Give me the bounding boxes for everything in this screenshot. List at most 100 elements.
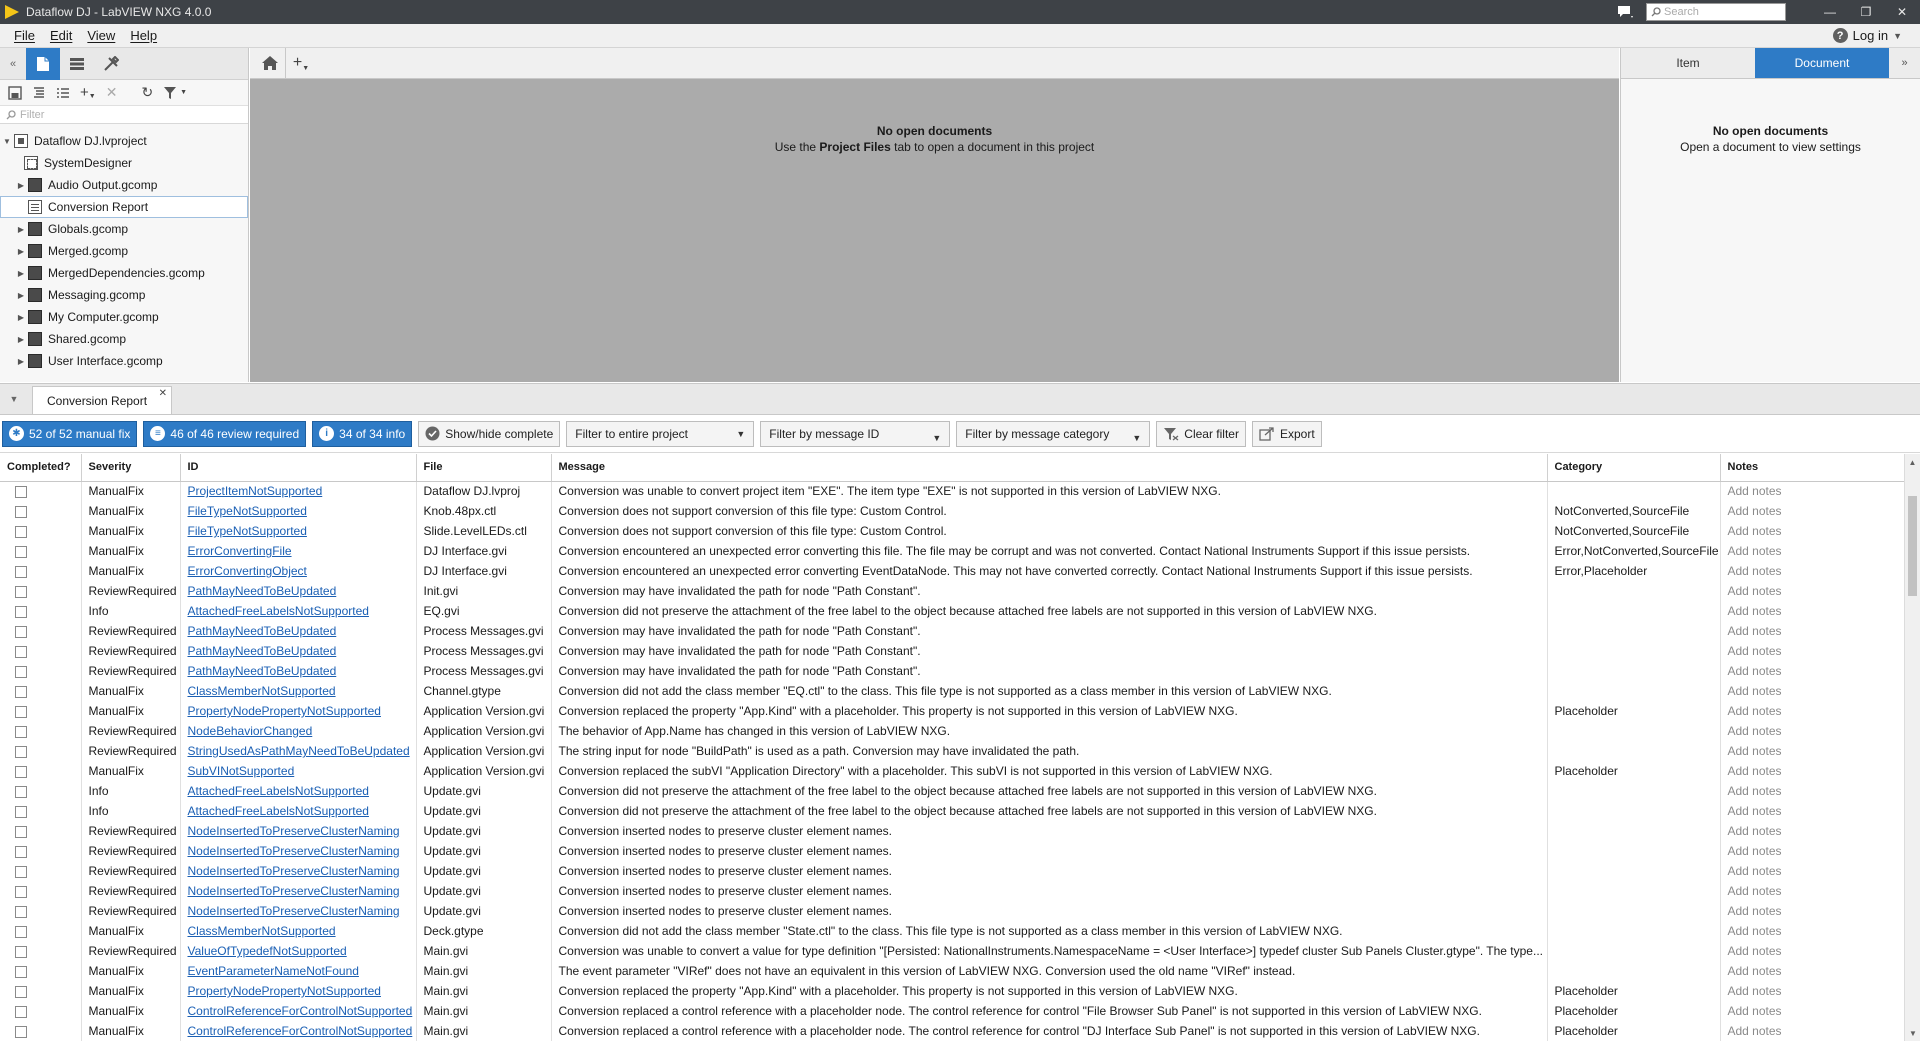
manual-fix-filter-button[interactable]: ✱ 52 of 52 manual fix [2, 420, 138, 447]
message-id-link[interactable]: ErrorConvertingFile [188, 544, 292, 558]
message-id-link[interactable]: FileTypeNotSupported [188, 524, 307, 538]
completed-checkbox[interactable] [15, 745, 28, 758]
menu-view[interactable]: View [87, 28, 115, 43]
completed-checkbox[interactable] [15, 505, 28, 518]
notes-cell[interactable]: Add notes [1720, 861, 1905, 881]
export-button[interactable]: Export [1251, 420, 1322, 447]
message-id-link[interactable]: EventParameterNameNotFound [188, 964, 359, 978]
table-row[interactable]: ManualFix ControlReferenceForControlNotSu… [0, 1001, 1905, 1021]
clear-filter-button[interactable]: Clear filter [1156, 420, 1246, 447]
table-row[interactable]: Info AttachedFreeLabelsNotSupported Update… [0, 801, 1905, 821]
collapse-all-icon[interactable] [56, 84, 70, 102]
menu-file[interactable]: File [14, 28, 35, 43]
tab-project-files[interactable] [26, 47, 60, 80]
notes-cell[interactable]: Add notes [1720, 841, 1905, 861]
scroll-up-icon[interactable]: ▲ [1905, 454, 1920, 470]
table-row[interactable]: Info AttachedFreeLabelsNotSupported EQ.gvi… [0, 601, 1905, 621]
notes-cell[interactable]: Add notes [1720, 581, 1905, 601]
completed-checkbox[interactable] [15, 945, 28, 958]
feedback-icon[interactable] [1610, 0, 1640, 24]
table-row[interactable]: ReviewRequired NodeInsertedToPreserveClus… [0, 861, 1905, 881]
notes-cell[interactable]: Add notes [1720, 501, 1905, 521]
notes-cell[interactable]: Add notes [1720, 701, 1905, 721]
collapsed-arrow-icon[interactable]: ▶ [14, 269, 28, 278]
completed-checkbox[interactable] [15, 885, 28, 898]
notes-cell[interactable]: Add notes [1720, 481, 1905, 501]
tree-item-conversion-report[interactable]: Conversion Report [0, 196, 248, 218]
message-id-link[interactable]: SubVINotSupported [188, 764, 295, 778]
notes-cell[interactable]: Add notes [1720, 961, 1905, 981]
notes-cell[interactable]: Add notes [1720, 821, 1905, 841]
notes-cell[interactable]: Add notes [1720, 641, 1905, 661]
completed-checkbox[interactable] [15, 585, 28, 598]
scroll-down-icon[interactable]: ▼ [1905, 1025, 1920, 1041]
completed-checkbox[interactable] [15, 825, 28, 838]
message-id-link[interactable]: PathMayNeedToBeUpdated [188, 644, 337, 658]
notes-cell[interactable]: Add notes [1720, 741, 1905, 761]
message-id-link[interactable]: PropertyNodePropertyNotSupported [188, 984, 381, 998]
collapsed-arrow-icon[interactable]: ▶ [14, 225, 28, 234]
message-id-link[interactable]: StringUsedAsPathMayNeedToBeUpdated [188, 744, 410, 758]
message-id-link[interactable]: PathMayNeedToBeUpdated [188, 664, 337, 678]
message-id-link[interactable]: NodeInsertedToPreserveClusterNaming [188, 884, 400, 898]
message-id-link[interactable]: ErrorConvertingObject [188, 564, 307, 578]
login-button[interactable]: ? Log in ▼ [1832, 28, 1902, 43]
menu-edit[interactable]: Edit [50, 28, 72, 43]
column-header-file[interactable]: File [416, 454, 552, 482]
tab-item[interactable]: Item [1621, 48, 1755, 78]
completed-checkbox[interactable] [15, 785, 28, 798]
completed-checkbox[interactable] [15, 925, 28, 938]
expanded-arrow-icon[interactable]: ▼ [0, 137, 14, 146]
table-row[interactable]: Info AttachedFreeLabelsNotSupported Update… [0, 781, 1905, 801]
collapsed-arrow-icon[interactable]: ▶ [14, 291, 28, 300]
info-filter-button[interactable]: i 34 of 34 info [312, 420, 413, 447]
show-hide-complete-button[interactable]: Show/hide complete [418, 420, 561, 447]
column-header-severity[interactable]: Severity [81, 454, 181, 482]
table-row[interactable]: ReviewRequired PathMayNeedToBeUpdated Init… [0, 581, 1905, 601]
table-row[interactable]: ManualFix ProjectItemNotSupported Dataflow… [0, 481, 1905, 501]
completed-checkbox[interactable] [15, 665, 28, 678]
collapsed-arrow-icon[interactable]: ▶ [14, 313, 28, 322]
completed-checkbox[interactable] [15, 1025, 28, 1038]
notes-cell[interactable]: Add notes [1720, 601, 1905, 621]
column-header-completed[interactable]: Completed? [0, 454, 82, 482]
message-id-link[interactable]: PathMayNeedToBeUpdated [188, 624, 337, 638]
completed-checkbox[interactable] [15, 705, 28, 718]
tree-filter-input[interactable] [20, 108, 240, 121]
collapse-right-panel-icon[interactable]: » [1889, 48, 1920, 78]
filter-icon[interactable]: ▼ [163, 84, 187, 102]
notes-cell[interactable]: Add notes [1720, 761, 1905, 781]
tab-conversion-report[interactable]: Conversion Report ✕ [32, 386, 173, 414]
completed-checkbox[interactable] [15, 486, 28, 499]
table-row[interactable]: ManualFix FileTypeNotSupported Knob.48px.c… [0, 501, 1905, 521]
notes-cell[interactable]: Add notes [1720, 881, 1905, 901]
table-row[interactable]: ReviewRequired NodeBehaviorChanged Applica… [0, 721, 1905, 741]
vertical-scrollbar[interactable]: ▲ ▼ [1904, 454, 1920, 1041]
new-document-button[interactable]: + ▼ [286, 48, 316, 78]
close-window-button[interactable]: ✕ [1884, 0, 1920, 24]
table-row[interactable]: ManualFix SubVINotSupported Application Ve… [0, 761, 1905, 781]
close-icon[interactable]: ✕ [159, 388, 167, 399]
completed-checkbox[interactable] [15, 985, 28, 998]
tree-item-merged-dependencies[interactable]: ▶ MergedDependencies.gcomp [0, 262, 248, 284]
notes-cell[interactable]: Add notes [1720, 801, 1905, 821]
table-row[interactable]: ManualFix ControlReferenceForControlNotSu… [0, 1021, 1905, 1041]
table-row[interactable]: ReviewRequired StringUsedAsPathMayNeedToB… [0, 741, 1905, 761]
message-id-filter-select[interactable]: Filter by message ID ▼ [760, 420, 951, 447]
message-id-link[interactable]: ValueOfTypedefNotSupported [188, 944, 347, 958]
tree-item-shared[interactable]: ▶ Shared.gcomp [0, 328, 248, 350]
expand-all-icon[interactable] [32, 84, 46, 102]
notes-cell[interactable]: Add notes [1720, 561, 1905, 581]
tree-item-systemdesigner[interactable]: SystemDesigner [0, 152, 248, 174]
message-id-link[interactable]: PathMayNeedToBeUpdated [188, 584, 337, 598]
notes-cell[interactable]: Add notes [1720, 921, 1905, 941]
table-row[interactable]: ReviewRequired ValueOfTypedefNotSupported… [0, 941, 1905, 961]
tree-item-my-computer[interactable]: ▶ My Computer.gcomp [0, 306, 248, 328]
completed-checkbox[interactable] [15, 565, 28, 578]
table-row[interactable]: ReviewRequired PathMayNeedToBeUpdated Proc… [0, 621, 1905, 641]
completed-checkbox[interactable] [15, 605, 28, 618]
collapsed-arrow-icon[interactable]: ▶ [14, 357, 28, 366]
message-id-link[interactable]: ClassMemberNotSupported [188, 684, 336, 698]
notes-cell[interactable]: Add notes [1720, 941, 1905, 961]
column-header-category[interactable]: Category [1547, 454, 1721, 482]
